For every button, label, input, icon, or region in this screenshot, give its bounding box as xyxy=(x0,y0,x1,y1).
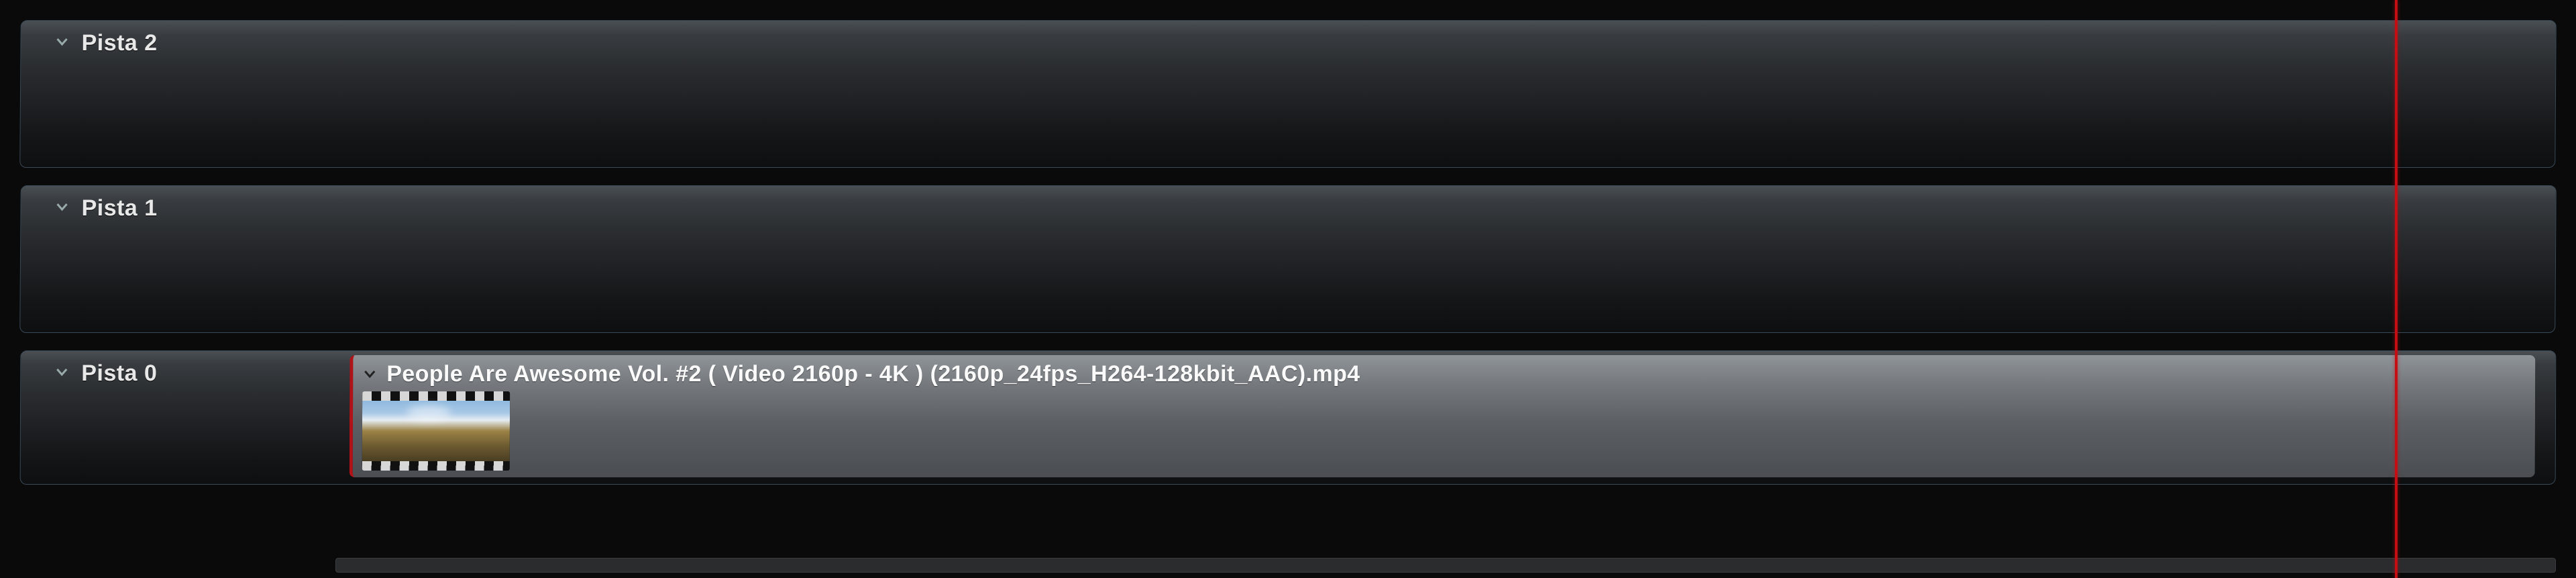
track-label: Pista 1 xyxy=(81,195,157,222)
timeline[interactable]: Pista 2 Pista 1 Pista 0 xyxy=(0,0,2576,578)
track-content-0[interactable]: People Are Awesome Vol. #2 ( Video 2160p… xyxy=(343,351,2556,484)
film-sprockets-top xyxy=(362,391,510,401)
playhead-line[interactable] xyxy=(2395,0,2398,578)
chevron-down-icon[interactable] xyxy=(54,199,69,214)
track-label: Pista 0 xyxy=(81,360,157,387)
clip-thumbnail-strip xyxy=(362,389,2528,473)
video-clip[interactable]: People Are Awesome Vol. #2 ( Video 2160p… xyxy=(350,355,2536,477)
track-header-0: Pista 0 xyxy=(21,351,343,484)
clip-titlebar: People Are Awesome Vol. #2 ( Video 2160p… xyxy=(362,359,2528,389)
chevron-down-icon[interactable] xyxy=(362,367,377,381)
track-row-0[interactable]: Pista 0 People Are Awesome Vol. #2 ( Vid… xyxy=(20,350,2557,485)
clip-title: People Are Awesome Vol. #2 ( Video 2160p… xyxy=(386,361,1360,387)
track-header-2: Pista 2 xyxy=(20,21,343,167)
track-content-1[interactable] xyxy=(342,186,2556,332)
track-row-2[interactable]: Pista 2 xyxy=(19,20,2557,168)
track-content-2[interactable] xyxy=(342,21,2556,167)
horizontal-scrollbar[interactable] xyxy=(335,558,2556,573)
track-label: Pista 2 xyxy=(81,30,157,56)
chevron-down-icon[interactable] xyxy=(54,365,69,379)
clip-thumbnail xyxy=(362,391,510,471)
chevron-down-icon[interactable] xyxy=(54,34,69,49)
thumbnail-image xyxy=(362,401,510,461)
film-sprockets-bottom xyxy=(362,461,510,471)
track-row-1[interactable]: Pista 1 xyxy=(19,185,2557,333)
track-header-1: Pista 1 xyxy=(20,186,343,332)
